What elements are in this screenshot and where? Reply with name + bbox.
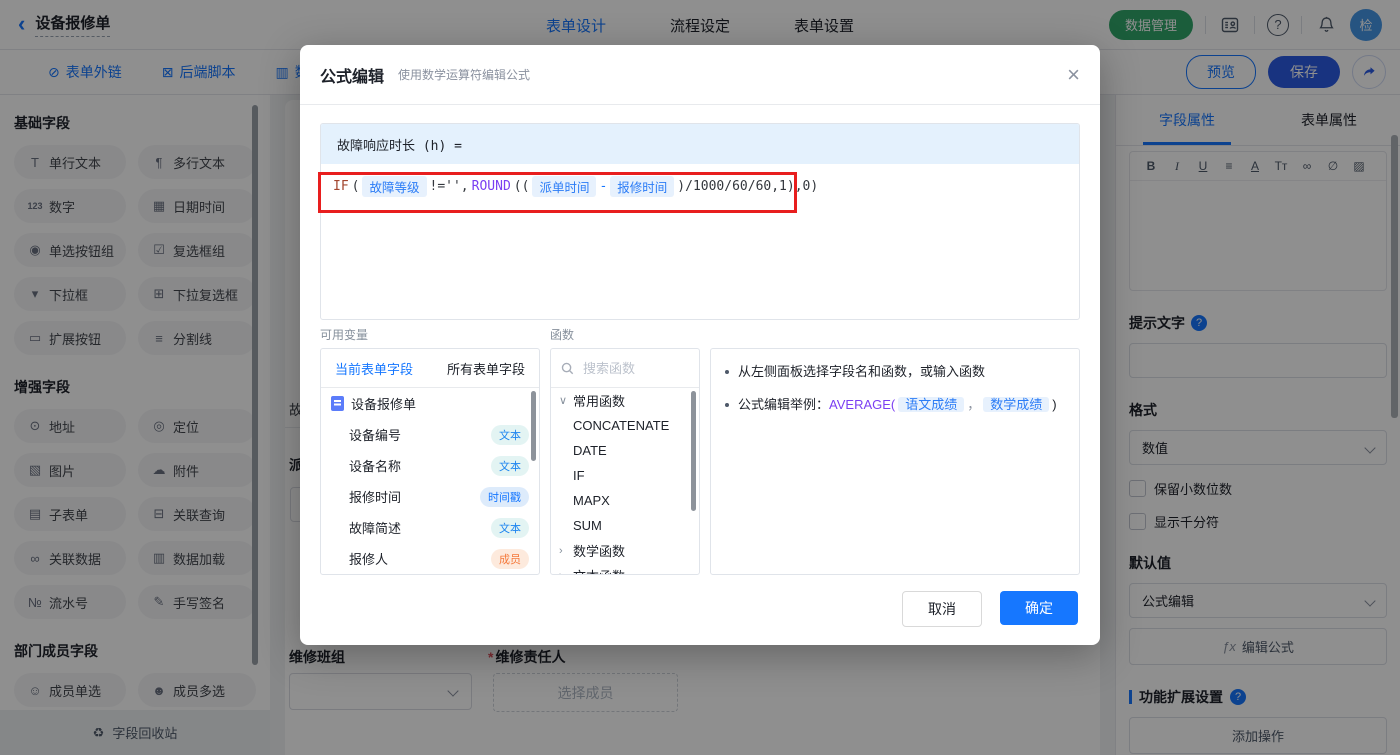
example-field-chip: 数学成绩	[983, 397, 1050, 412]
search-icon	[561, 362, 574, 374]
variables-tab[interactable]: 所有表单字段	[447, 359, 525, 378]
help-tip: 从左侧面板选择字段名和函数，或输入函数	[711, 362, 1079, 382]
close-icon[interactable]: ×	[1067, 63, 1080, 86]
formula-input-area[interactable]: IF(故障等级 !='', ROUND((派单时间 - 报修时间)/1000/60/60…	[321, 164, 1079, 209]
functions-panel: ∨常用函数CONCATENATEDATEIFMAPXSUM›数学函数›文本函数	[550, 348, 700, 575]
function-item[interactable]: CONCATENATE	[551, 413, 699, 438]
function-group-name: 文本函数	[573, 566, 625, 574]
formula-token: IF	[333, 179, 349, 194]
modal-footer: 取消 确定	[902, 591, 1078, 627]
formula-field-chip[interactable]: 派单时间	[532, 176, 597, 197]
variable-type-badge: 文本	[491, 424, 529, 445]
function-search	[551, 349, 699, 388]
formula-token: )/1000/60/60,1),0)	[677, 179, 819, 194]
help-example: 公式编辑举例：AVERAGE(语文成绩，数学成绩)	[711, 395, 1079, 415]
function-group-name: 常用函数	[573, 394, 626, 409]
modal-title: 公式编辑	[320, 68, 385, 86]
function-list: ∨常用函数CONCATENATEDATEIFMAPXSUM›数学函数›文本函数	[551, 388, 699, 575]
formula-edit-modal: 公式编辑 使用数学运算符编辑公式 × 故障响应时长 (h) = IF(故障等级!…	[300, 45, 1100, 645]
variable-row[interactable]: 设备名称 文本	[321, 450, 539, 481]
variables-list: 设备报修单设备编号文本设备名称文本报修时间时间戳故障简述文本报修人成员派单时间时…	[321, 388, 539, 575]
example-function: AVERAGE(	[829, 397, 896, 412]
function-item[interactable]: MAPX	[551, 488, 699, 513]
function-item[interactable]: IF	[551, 463, 699, 488]
formula-token: !='',	[429, 179, 469, 194]
variable-row[interactable]: 派单时间时间戳	[321, 574, 539, 575]
formula-token: (	[351, 179, 360, 194]
example-field-chip: 语文成绩	[898, 397, 965, 412]
bullet-icon	[725, 370, 729, 374]
function-search-input[interactable]	[581, 359, 685, 377]
variable-name: 设备编号	[349, 428, 402, 443]
variables-form-root[interactable]: 设备报修单	[321, 388, 539, 419]
variable-type-badge: 时间戳	[480, 486, 529, 507]
formula-field-chip[interactable]: 故障等级	[362, 176, 427, 197]
form-doc-icon	[331, 396, 344, 411]
variables-tab[interactable]: 当前表单字段	[335, 359, 413, 378]
formula-help-panel: 从左侧面板选择字段名和函数，或输入函数 公式编辑举例：AVERAGE(语文成绩，…	[710, 348, 1080, 575]
function-group-name: 数学函数	[573, 544, 626, 559]
formula-target-label: 故障响应时长 (h) =	[321, 124, 1079, 164]
variable-row[interactable]: 报修时间 时间戳	[321, 481, 539, 512]
variable-name: 报修时间	[349, 490, 402, 505]
modal-header: 公式编辑 使用数学运算符编辑公式 ×	[300, 45, 1100, 105]
function-item[interactable]: DATE	[551, 438, 699, 463]
form-name: 设备报修单	[351, 397, 417, 412]
variables-panel: 当前表单字段 所有表单字段 设备报修单 设备编号 文本 设备名称 文本 报修时间 时间戳 故障简…	[320, 348, 540, 575]
bullet-icon	[725, 403, 729, 407]
functions-label: 函数	[550, 328, 575, 342]
variable-type-badge: 成员	[491, 548, 529, 569]
variable-row[interactable]: 设备编号 文本	[321, 419, 539, 450]
formula-token: ((	[513, 179, 530, 194]
formula-field-chip[interactable]: 报修时间	[610, 176, 675, 197]
variable-name: 故障简述	[349, 521, 402, 536]
chevron-right-icon: ›	[559, 544, 563, 557]
function-group[interactable]: › 数学函数	[551, 538, 699, 563]
variables-label: 可用变量	[320, 328, 369, 342]
variable-type-badge: 文本	[491, 455, 529, 476]
variable-name: 设备名称	[349, 459, 402, 474]
variable-type-badge: 文本	[491, 517, 529, 538]
app-window: ‹ 设备报修单 表单设计 流程设定 表单设置 数据管理 ? 检 ⊘ 表单外链 ⊠…	[0, 0, 1400, 755]
variables-tabs: 当前表单字段 所有表单字段	[321, 349, 539, 388]
modal-subtitle: 使用数学运算符编辑公式	[398, 68, 531, 82]
variable-row[interactable]: 报修人 成员	[321, 543, 539, 574]
chevron-right-icon: ›	[559, 570, 573, 575]
function-group[interactable]: ›文本函数	[551, 563, 699, 575]
functions-scrollbar[interactable]	[691, 391, 696, 511]
function-item[interactable]: SUM	[551, 513, 699, 538]
formula-token: ROUND	[471, 179, 511, 194]
variable-row[interactable]: 故障简述 文本	[321, 512, 539, 543]
cancel-button[interactable]: 取消	[902, 591, 982, 627]
chevron-down-icon: ∨	[559, 395, 568, 407]
formula-token: -	[599, 179, 608, 194]
variable-name: 报修人	[349, 552, 389, 567]
function-group[interactable]: ∨ 常用函数	[551, 388, 699, 413]
formula-editor-box: 故障响应时长 (h) = IF(故障等级 !='', ROUND((派单时间 - 报修时…	[320, 123, 1080, 320]
confirm-button[interactable]: 确定	[1000, 591, 1078, 625]
variables-scrollbar[interactable]	[531, 391, 536, 461]
